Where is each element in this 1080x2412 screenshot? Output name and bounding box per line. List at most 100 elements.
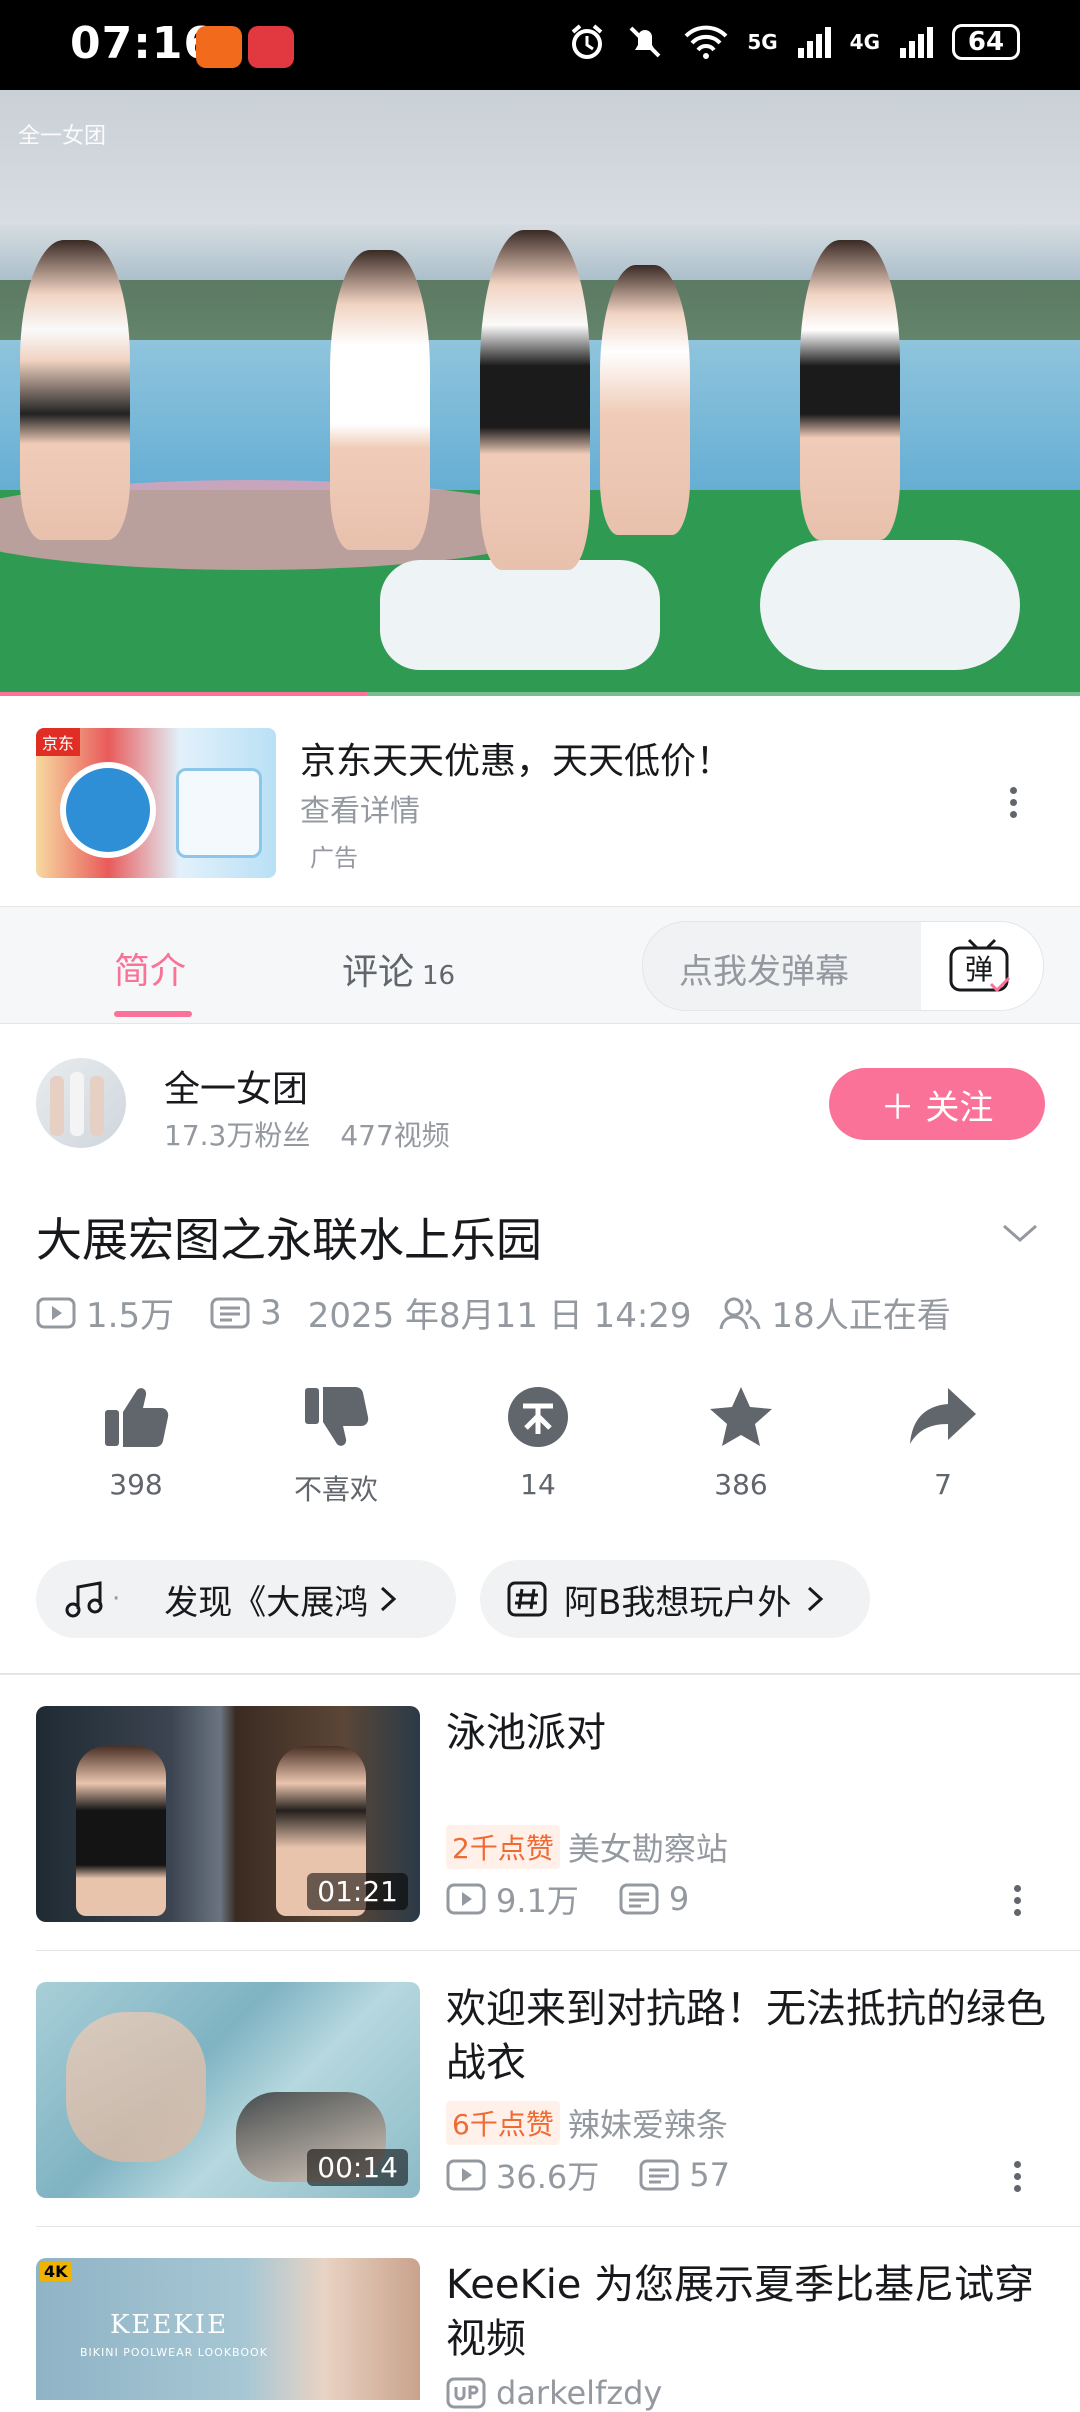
related-thumbnail[interactable]: 4K KEEKIE BIKINI POOLWEAR LOOKBOOK xyxy=(36,2258,420,2400)
dislike-label: 不喜欢 xyxy=(293,1473,378,1506)
thumbs-up-icon xyxy=(105,1388,169,1447)
related-author-row: 6千点赞 辣妹爱辣条 xyxy=(446,2100,728,2146)
related-views: 9.1万 xyxy=(496,1882,579,1920)
video-scene-shape-2 xyxy=(760,540,1020,670)
signal-icon-2 xyxy=(900,27,933,58)
related-danmaku: 57 xyxy=(689,2156,730,2194)
like-count: 398 xyxy=(109,1468,163,1501)
favorite-count: 386 xyxy=(714,1468,768,1501)
related-author-row: 2千点赞 美女勘察站 xyxy=(446,1824,728,1870)
coin-icon xyxy=(508,1387,568,1447)
video-title: 大展宏图之永联水上乐园 xyxy=(36,1213,542,1267)
topic-pill[interactable]: 阿B我想玩户外 xyxy=(480,1560,870,1638)
watching-count: 18人正在看 xyxy=(771,1296,951,1336)
play-count-icon xyxy=(36,1297,76,1328)
app-notification-icon xyxy=(196,26,242,68)
thumbnail-figure xyxy=(76,1746,166,1916)
video-duration: 01:21 xyxy=(307,1873,408,1910)
share-button[interactable]: 7 xyxy=(873,1384,1013,1501)
ad-label: 广告 xyxy=(310,844,358,872)
status-bar: 07:16 5G 4G 64 xyxy=(0,0,1080,90)
dancer-figure xyxy=(800,240,900,540)
ad-product-image xyxy=(60,762,156,858)
danmaku-count-icon xyxy=(210,1297,250,1328)
music-pill[interactable]: · 发现《大展鸿 xyxy=(36,1560,456,1638)
author-name[interactable]: 全一女团 xyxy=(164,1060,308,1112)
danmaku-count-icon xyxy=(619,1883,659,1915)
signal-icon xyxy=(797,27,831,58)
related-stats: 36.6万 57 xyxy=(446,2152,730,2198)
like-button[interactable]: 398 xyxy=(66,1384,206,1501)
status-time: 07:16 xyxy=(70,18,216,69)
thumbs-down-icon xyxy=(305,1387,369,1446)
video-watermark: 全一女团 xyxy=(18,124,107,149)
avatar-figure xyxy=(70,1072,84,1136)
topic-pill-label: 阿B我想玩户外 xyxy=(564,1582,792,1623)
view-count: 1.5万 xyxy=(86,1296,175,1336)
app-notification-icon-2 xyxy=(248,26,294,68)
danmaku-count-icon xyxy=(639,2159,679,2191)
music-pill-label: 发现《大展鸿 xyxy=(164,1582,369,1623)
alarm-icon xyxy=(572,24,603,59)
topic-icon xyxy=(507,1581,547,1617)
related-author: darkelfzdy xyxy=(496,2374,663,2412)
tab-active-indicator xyxy=(114,1011,192,1017)
tab-intro[interactable]: 简介 xyxy=(114,942,186,994)
uploader-icon xyxy=(446,2377,486,2409)
section-divider xyxy=(0,1673,1080,1675)
ad-thumbnail[interactable]: 京东 xyxy=(36,728,276,878)
coin-button[interactable]: 14 xyxy=(468,1384,608,1501)
publish-date: 2025 年8月11 日 14:29 xyxy=(307,1296,692,1336)
thumbnail-caption: BIKINI POOLWEAR LOOKBOOK xyxy=(80,2346,268,2359)
chevron-down-icon[interactable] xyxy=(1000,1216,1040,1252)
thumbnail-brand-text: KEEKIE xyxy=(110,2310,229,2340)
follow-button[interactable]: ＋ 关注 xyxy=(829,1068,1045,1140)
ad-title[interactable]: 京东天天优惠，天天低价！ xyxy=(300,732,732,784)
avatar-figure xyxy=(50,1076,64,1136)
related-title[interactable]: 泳池派对 xyxy=(446,1706,1046,1760)
video-progress-fill xyxy=(0,692,368,696)
thumbnail-figure xyxy=(66,2012,206,2162)
comment-count: 16 xyxy=(422,961,456,991)
ad-more-icon[interactable] xyxy=(1010,782,1020,823)
status-icons: 5G 4G 64 xyxy=(567,22,1020,62)
chevron-right-icon xyxy=(808,1586,824,1612)
danmaku-placeholder: 点我发弹幕 xyxy=(679,952,849,992)
video-scene-shape xyxy=(380,560,660,670)
wifi-icon xyxy=(684,25,728,59)
related-author: 辣妹爱辣条 xyxy=(567,2106,728,2144)
related-title[interactable]: 欢迎来到对抗路！无法抵抗的绿色战衣 xyxy=(446,1982,1046,2090)
video-player[interactable] xyxy=(0,90,1080,696)
related-thumbnail[interactable]: 00:14 xyxy=(36,1982,420,2198)
related-thumbnail[interactable]: 01:21 xyxy=(36,1706,420,1922)
star-icon xyxy=(710,1387,772,1446)
related-title[interactable]: KeeKie 为您展示夏季比基尼试穿视频 xyxy=(446,2258,1046,2366)
network-4g-label: 4G xyxy=(849,30,880,54)
related-danmaku: 9 xyxy=(668,1880,690,1918)
likes-badge: 6千点赞 xyxy=(446,2101,560,2145)
likes-badge: 2千点赞 xyxy=(446,1825,560,1869)
favorite-button[interactable]: 386 xyxy=(671,1384,811,1501)
tab-comments-label: 评论 xyxy=(342,952,415,993)
danmaku-input[interactable]: 点我发弹幕 弹 xyxy=(642,921,1044,1011)
avatar[interactable] xyxy=(36,1058,126,1148)
row-divider xyxy=(36,1950,1080,1951)
related-author: 美女勘察站 xyxy=(567,1830,728,1868)
battery-icon: 64 xyxy=(952,24,1020,60)
author-stats: 17.3万粉丝 477视频 xyxy=(164,1114,450,1154)
more-icon[interactable] xyxy=(1014,2156,1021,2197)
dancer-figure xyxy=(480,230,590,570)
share-icon xyxy=(910,1388,976,1444)
danmaku-count: 3 xyxy=(260,1292,282,1333)
play-count-icon xyxy=(446,1883,486,1915)
dislike-button[interactable]: 不喜欢 xyxy=(266,1384,406,1508)
danmaku-toggle-button[interactable]: 弹 xyxy=(921,922,1043,1010)
video-meta: 1.5万 3 2025 年8月11 日 14:29 18人正在看 xyxy=(36,1288,951,1337)
dancer-figure xyxy=(20,240,130,540)
play-count-icon xyxy=(446,2159,486,2191)
watching-icon xyxy=(719,1297,761,1329)
author-video-count: 477视频 xyxy=(340,1119,450,1152)
tab-comments[interactable]: 评论 16 xyxy=(342,943,455,995)
ad-details-link[interactable]: 查看详情 xyxy=(300,786,420,830)
more-icon[interactable] xyxy=(1014,1880,1021,1921)
